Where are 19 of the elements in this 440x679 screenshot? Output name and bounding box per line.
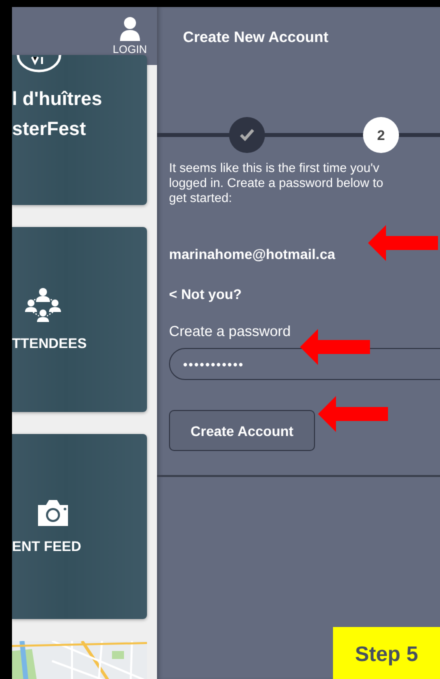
check-icon	[240, 129, 254, 141]
pointer-arrow	[368, 225, 438, 261]
menu-tile[interactable]: TTENDEES	[12, 227, 147, 412]
intro-text: It seems like this is the first time you'v logged in. Create a password below to get started:	[169, 161, 384, 206]
current-step: 2	[363, 117, 399, 153]
create-account-button[interactable]: Create Account	[169, 410, 315, 451]
email-text: marinahome@hotmail.ca	[169, 246, 336, 262]
user-icon	[120, 16, 140, 40]
people-network-icon	[24, 288, 62, 324]
password-label: Create a password	[169, 324, 292, 340]
pointer-arrow	[300, 329, 370, 365]
menu-tile[interactable]: ENT FEED	[12, 434, 147, 619]
menu-tile[interactable]: l d'huîtres sterFest	[12, 55, 147, 205]
not-you-link[interactable]: < Not you?	[169, 286, 242, 302]
dialog-title: Create New Account	[182, 28, 330, 48]
step-badge: Step 5	[333, 627, 440, 679]
pointer-arrow	[318, 396, 388, 432]
logo-icon	[14, 55, 64, 75]
camera-icon	[36, 498, 70, 526]
